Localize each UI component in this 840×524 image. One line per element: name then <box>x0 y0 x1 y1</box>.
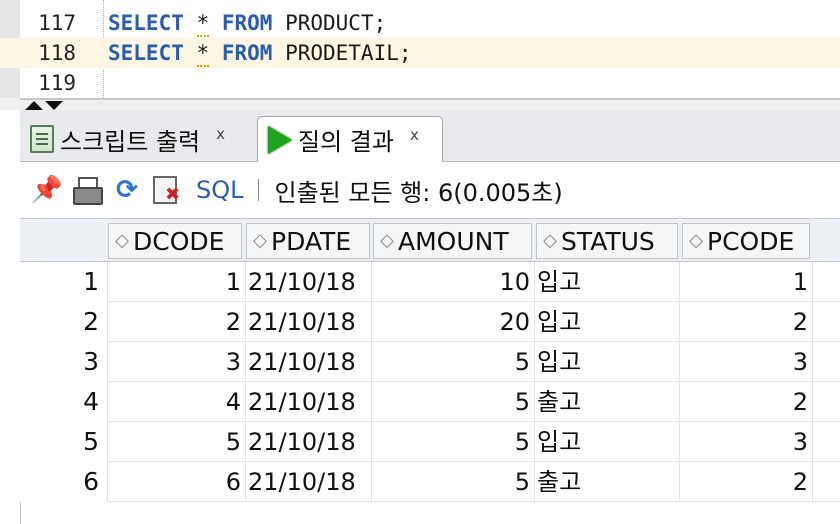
editor-line-117[interactable]: 117 SELECT * FROM PRODUCT; <box>0 8 840 38</box>
cell-status[interactable]: 입고 <box>535 342 680 382</box>
grid-header: DCODE PDATE AMOUNT STATUS PCODE <box>20 218 840 262</box>
fetch-status: 인출된 모든 행: 6(0.005초) <box>274 178 563 207</box>
cell-amount[interactable]: 10 <box>372 262 535 302</box>
column-label: DCODE <box>133 226 225 256</box>
export-button[interactable] <box>152 175 182 205</box>
cell-status[interactable]: 출고 <box>535 382 680 422</box>
row-number[interactable]: 5 <box>20 422 108 462</box>
cell-pdate[interactable]: 21/10/18 <box>246 262 372 302</box>
tab-query-result[interactable]: 질의 결과 x <box>257 116 443 162</box>
cell-pcode[interactable]: 2 <box>680 382 813 422</box>
cell-pdate[interactable]: 21/10/18 <box>246 462 372 502</box>
code-text[interactable]: SELECT * FROM PRODETAIL; <box>108 38 412 68</box>
sort-icon <box>380 232 394 250</box>
column-label: PDATE <box>271 226 352 256</box>
line-number: 119 <box>38 71 76 95</box>
cell-amount[interactable]: 20 <box>372 302 535 342</box>
sql-editor[interactable]: 117 SELECT * FROM PRODUCT; 118 SELECT * … <box>0 0 840 98</box>
column-label: STATUS <box>561 226 655 256</box>
table-row[interactable]: 3 3 21/10/18 5 입고 3 <box>20 342 840 382</box>
wildcard: * <box>196 41 210 67</box>
pin-icon[interactable]: 📌 <box>31 175 63 205</box>
table-name: PRODETAIL; <box>285 41 412 65</box>
close-icon[interactable]: x <box>410 126 419 144</box>
line-number: 117 <box>38 11 76 35</box>
cell-pcode[interactable]: 2 <box>680 302 813 342</box>
toolbar-separator <box>257 179 259 201</box>
column-label: PCODE <box>707 226 795 256</box>
line-number: 118 <box>38 41 76 65</box>
cell-amount[interactable]: 5 <box>372 422 535 462</box>
cell-status[interactable]: 입고 <box>535 262 680 302</box>
tab-label: 질의 결과 <box>298 128 394 156</box>
column-header-amount[interactable]: AMOUNT <box>373 223 532 259</box>
row-number[interactable]: 4 <box>20 382 108 422</box>
row-number[interactable]: 6 <box>20 462 108 502</box>
editor-line-118[interactable]: 118 SELECT * FROM PRODETAIL; <box>0 38 840 68</box>
cell-amount[interactable]: 5 <box>372 342 535 382</box>
cell-dcode[interactable]: 4 <box>108 382 246 422</box>
collapse-down-icon[interactable] <box>45 101 63 110</box>
cell-dcode[interactable]: 3 <box>108 342 246 382</box>
row-number[interactable]: 3 <box>20 342 108 382</box>
output-tabbar: 스크립트 출력 x 질의 결과 x <box>20 110 840 162</box>
cell-amount[interactable]: 5 <box>372 462 535 502</box>
export-icon <box>153 176 181 205</box>
cell-dcode[interactable]: 5 <box>108 422 246 462</box>
row-number[interactable]: 1 <box>20 262 108 302</box>
table-name: PRODUCT; <box>285 11 387 35</box>
keyword-select: SELECT <box>108 11 184 35</box>
column-header-pdate[interactable]: PDATE <box>246 223 370 259</box>
cell-dcode[interactable]: 2 <box>108 302 246 342</box>
table-row[interactable]: 6 6 21/10/18 5 출고 2 <box>20 462 840 502</box>
table-row[interactable]: 5 5 21/10/18 5 입고 3 <box>20 422 840 462</box>
cell-pdate[interactable]: 21/10/18 <box>246 382 372 422</box>
editor-line-119[interactable]: 119 <box>0 68 840 98</box>
column-header-status[interactable]: STATUS <box>536 223 678 259</box>
cell-status[interactable]: 출고 <box>535 462 680 502</box>
row-number[interactable]: 2 <box>20 302 108 342</box>
run-icon <box>268 125 292 154</box>
column-header-pcode[interactable]: PCODE <box>682 223 810 259</box>
cell-pdate[interactable]: 21/10/18 <box>246 302 372 342</box>
table-row[interactable]: 2 2 21/10/18 20 입고 2 <box>20 302 840 342</box>
refresh-icon[interactable]: ⟳ <box>112 175 142 205</box>
code-text[interactable]: SELECT * FROM PRODUCT; <box>108 8 386 38</box>
print-icon <box>73 177 103 205</box>
column-label: AMOUNT <box>398 226 509 256</box>
cell-pdate[interactable]: 21/10/18 <box>246 342 372 382</box>
collapse-up-icon[interactable] <box>25 101 43 110</box>
cell-pcode[interactable]: 2 <box>680 462 813 502</box>
sort-icon <box>253 232 267 250</box>
table-row[interactable]: 4 4 21/10/18 5 출고 2 <box>20 382 840 422</box>
cell-pdate[interactable]: 21/10/18 <box>246 422 372 462</box>
cell-dcode[interactable]: 6 <box>108 462 246 502</box>
script-output-icon <box>30 125 54 153</box>
keyword-select: SELECT <box>108 41 184 65</box>
result-toolbar: 📌 ⟳ SQL 인출된 모든 행: 6(0.005초) <box>20 163 840 217</box>
keyword-from: FROM <box>221 41 273 65</box>
result-grid[interactable]: DCODE PDATE AMOUNT STATUS PCODE 1 1 21/1… <box>20 218 840 524</box>
sql-button[interactable]: SQL <box>196 176 244 204</box>
cell-status[interactable]: 입고 <box>535 302 680 342</box>
sort-icon <box>115 232 129 250</box>
cell-pcode[interactable]: 1 <box>680 262 813 302</box>
cell-pcode[interactable]: 3 <box>680 422 813 462</box>
cell-status[interactable]: 입고 <box>535 422 680 462</box>
table-row[interactable]: 1 1 21/10/18 10 입고 1 <box>20 262 840 302</box>
sort-icon <box>543 232 557 250</box>
close-icon[interactable]: x <box>216 125 225 143</box>
tab-script-output[interactable]: 스크립트 출력 x <box>20 116 254 162</box>
tab-label: 스크립트 출력 <box>60 127 201 156</box>
cell-amount[interactable]: 5 <box>372 382 535 422</box>
cell-dcode[interactable]: 1 <box>108 262 246 302</box>
keyword-from: FROM <box>221 11 273 35</box>
cell-pcode[interactable]: 3 <box>680 342 813 382</box>
print-button[interactable] <box>72 175 103 205</box>
sort-icon <box>689 232 703 250</box>
wildcard: * <box>196 11 210 37</box>
editor-divider <box>20 98 840 100</box>
column-header-dcode[interactable]: DCODE <box>108 223 242 259</box>
